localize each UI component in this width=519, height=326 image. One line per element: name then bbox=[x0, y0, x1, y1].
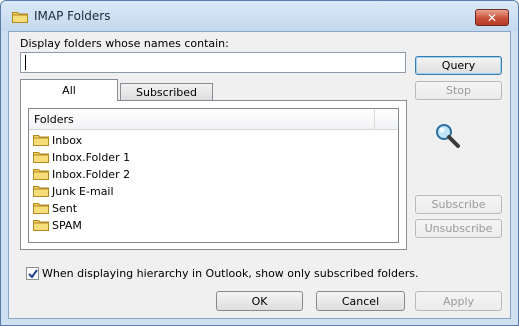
filter-label: Display folders whose names contain: bbox=[20, 37, 229, 50]
dialog-body: Display folders whose names contain: Que… bbox=[8, 31, 511, 319]
apply-button[interactable]: Apply bbox=[415, 291, 502, 311]
checkmark-icon bbox=[28, 269, 38, 279]
tab-all[interactable]: All bbox=[20, 79, 118, 101]
folder-icon bbox=[33, 186, 49, 197]
subscribe-button[interactable]: Subscribe bbox=[415, 195, 502, 214]
tab-panel-all: Folders Inbox Inbox.Folder 1 Inbox.Folde… bbox=[20, 100, 407, 250]
folder-label: Inbox.Folder 2 bbox=[52, 167, 131, 181]
list-item[interactable]: Junk E-mail bbox=[33, 183, 114, 199]
show-subscribed-only-checkbox[interactable] bbox=[26, 267, 39, 280]
text-caret bbox=[25, 55, 26, 70]
list-item[interactable]: Inbox bbox=[33, 132, 82, 148]
imap-folders-window: IMAP Folders ✕ Display folders whose nam… bbox=[0, 0, 519, 326]
folder-label: Junk E-mail bbox=[52, 184, 114, 198]
column-header-folders[interactable]: Folders bbox=[29, 109, 375, 130]
folder-icon bbox=[33, 135, 49, 146]
folder-icon bbox=[33, 220, 49, 231]
folder-icon bbox=[33, 169, 49, 180]
unsubscribe-button[interactable]: Unsubscribe bbox=[415, 219, 502, 238]
folder-icon bbox=[12, 12, 28, 23]
folder-list[interactable]: Folders Inbox Inbox.Folder 1 Inbox.Folde… bbox=[28, 108, 399, 243]
cancel-button[interactable]: Cancel bbox=[316, 291, 405, 311]
magnifier-icon bbox=[436, 124, 460, 148]
list-item[interactable]: Sent bbox=[33, 200, 77, 216]
folder-label: Inbox.Folder 1 bbox=[52, 150, 131, 164]
close-button[interactable]: ✕ bbox=[475, 9, 509, 26]
title-bar[interactable]: IMAP Folders ✕ bbox=[1, 1, 518, 31]
folder-label: SPAM bbox=[52, 218, 82, 232]
close-icon: ✕ bbox=[486, 10, 498, 25]
query-button[interactable]: Query bbox=[415, 56, 502, 75]
folder-icon bbox=[33, 152, 49, 163]
folder-name-filter-input[interactable] bbox=[20, 52, 406, 73]
tab-subscribed[interactable]: Subscribed bbox=[120, 83, 213, 101]
folder-label: Sent bbox=[52, 201, 78, 215]
list-item[interactable]: Inbox.Folder 1 bbox=[33, 149, 130, 165]
ok-button[interactable]: OK bbox=[216, 291, 303, 311]
list-item[interactable]: Inbox.Folder 2 bbox=[33, 166, 130, 182]
folder-icon bbox=[33, 203, 49, 214]
show-subscribed-only-label[interactable]: When displaying hierarchy in Outlook, sh… bbox=[42, 267, 418, 280]
stop-button[interactable]: Stop bbox=[415, 81, 502, 100]
list-item[interactable]: SPAM bbox=[33, 217, 82, 233]
folder-list-header: Folders bbox=[29, 109, 398, 130]
folder-label: Inbox bbox=[52, 133, 83, 147]
window-title: IMAP Folders bbox=[34, 9, 111, 23]
